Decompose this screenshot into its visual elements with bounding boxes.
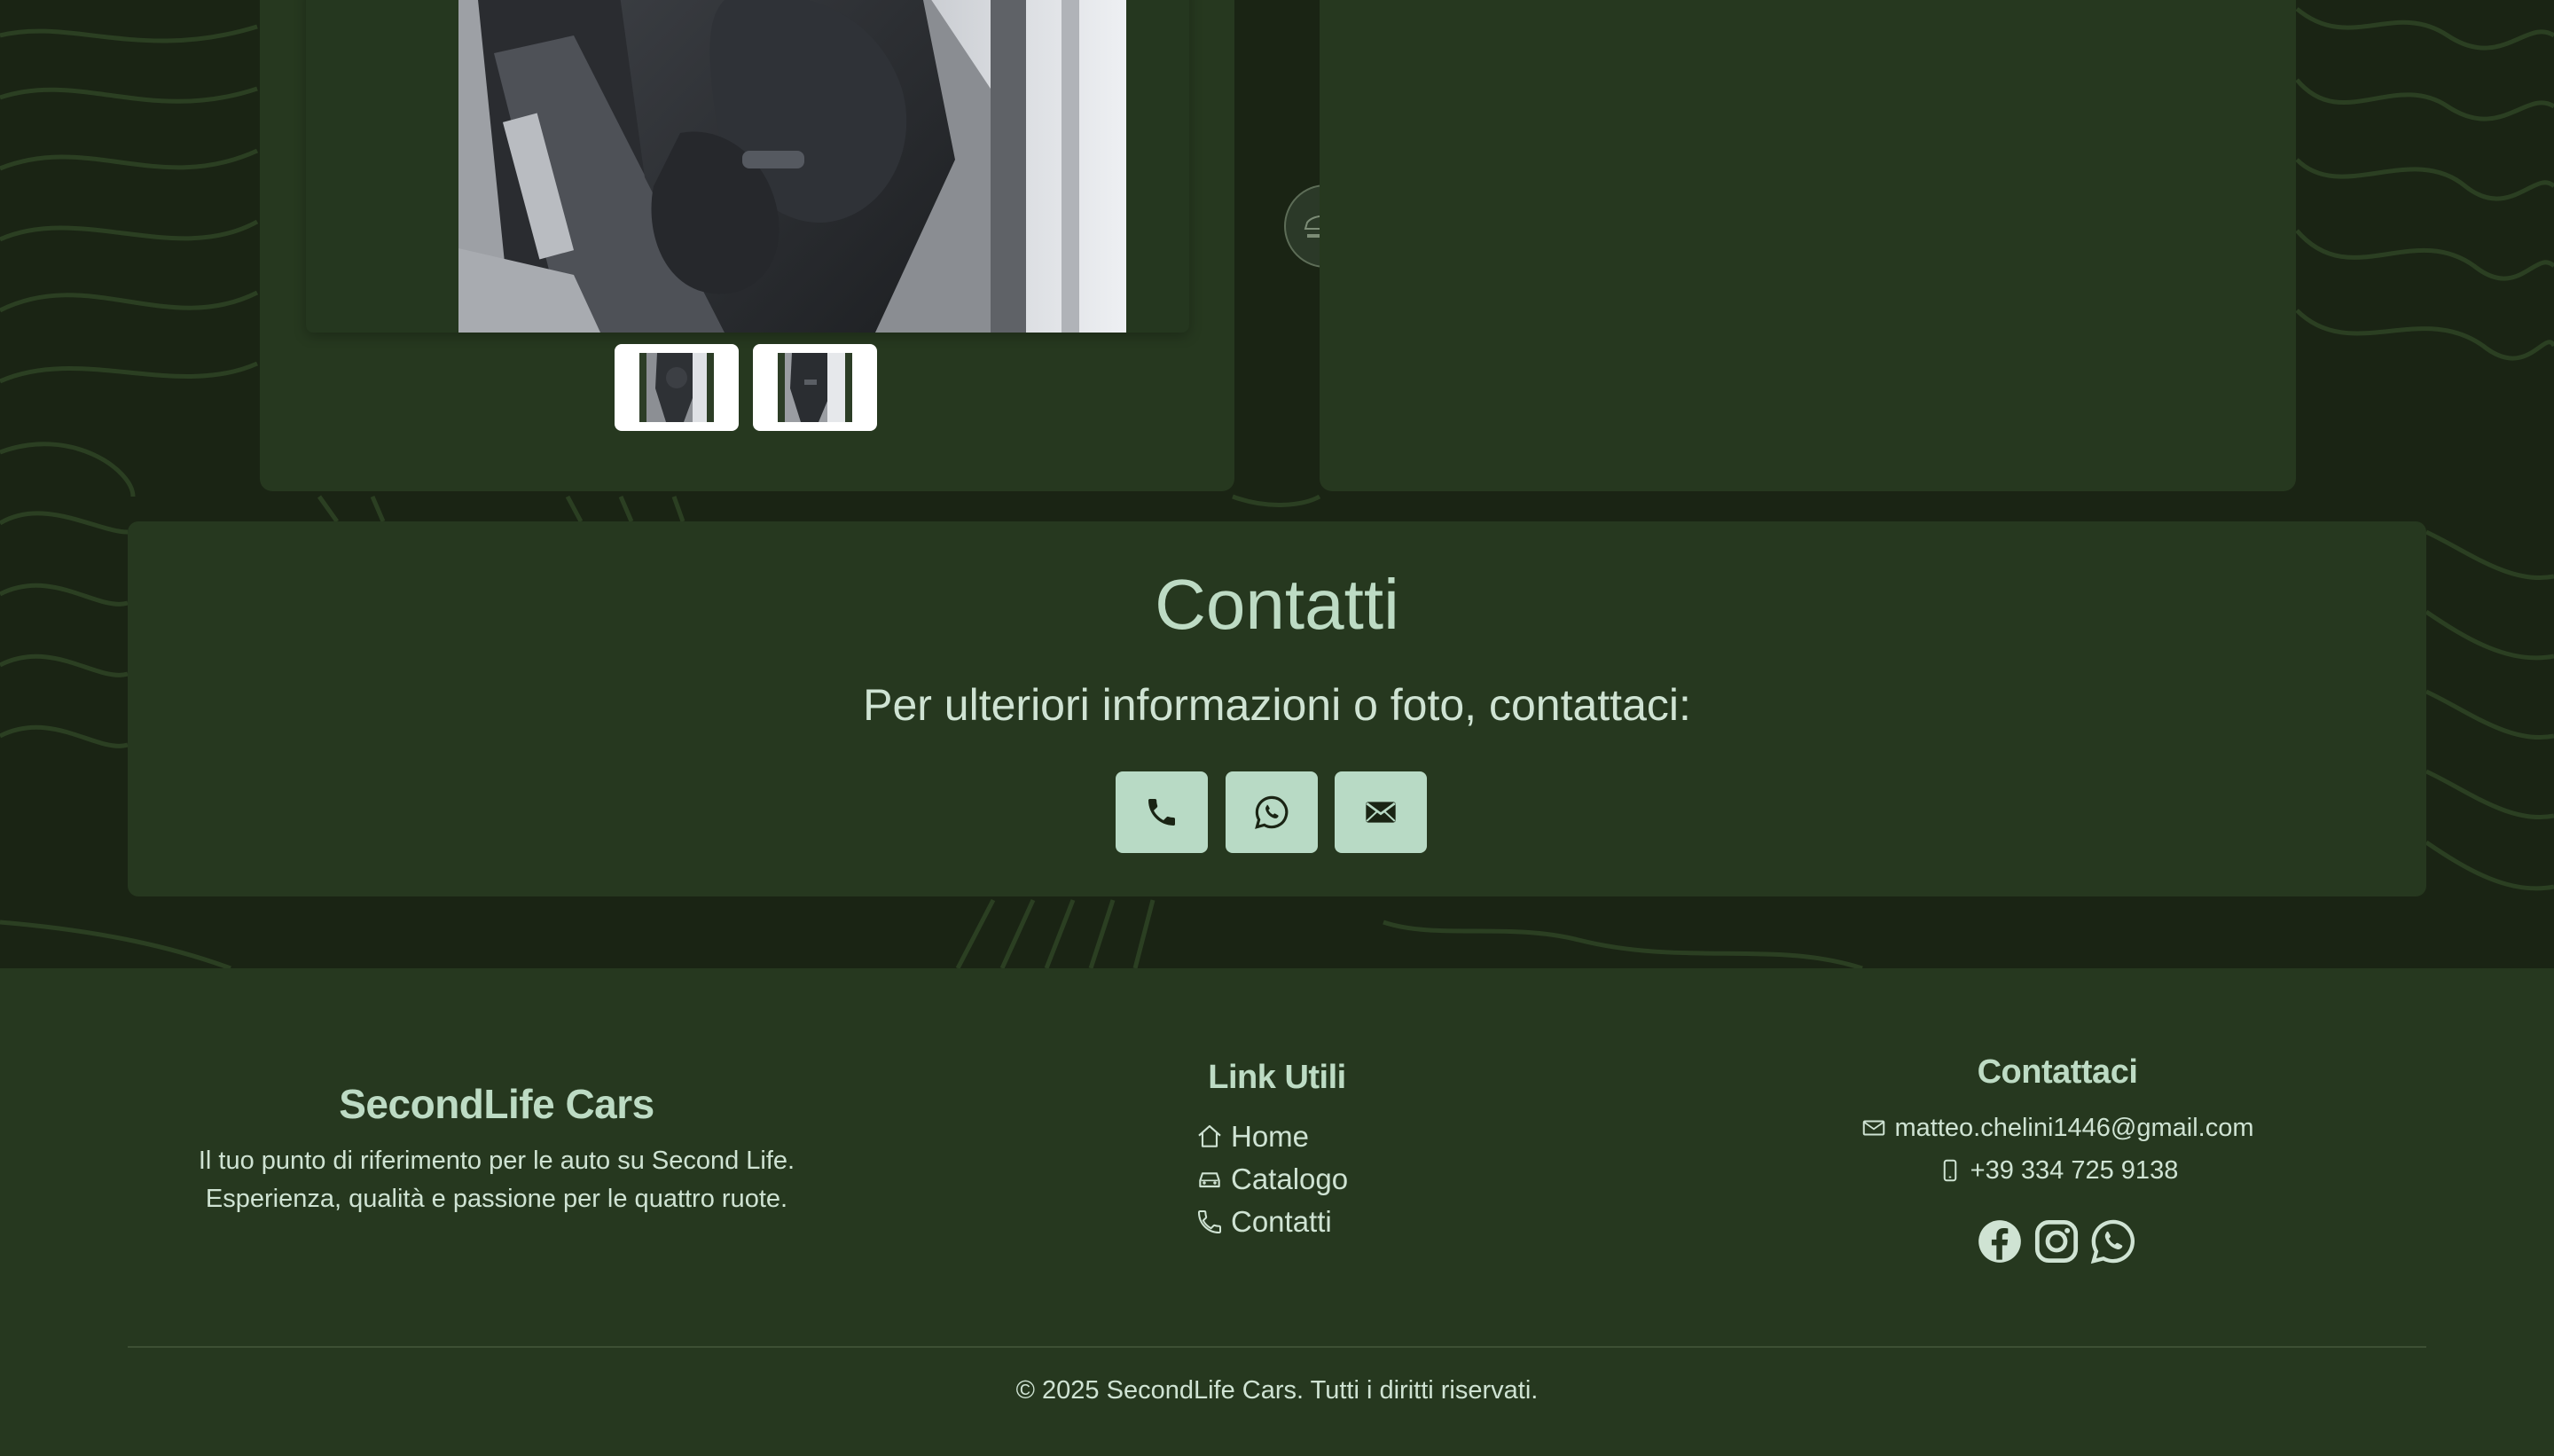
contact-subtitle: Per ulteriori informazioni o foto, conta… xyxy=(863,680,1691,730)
car-interior-photo[interactable] xyxy=(458,0,1126,333)
contact-title: Contatti xyxy=(1155,565,1399,644)
phone-icon xyxy=(1148,799,1175,826)
details-panel xyxy=(1320,0,2296,491)
copyright: © 2025 SecondLife Cars. Tutti i diritti … xyxy=(1015,1376,1539,1405)
footer-phone-text: +39 334 725 9138 xyxy=(1970,1155,2179,1185)
envelope-icon xyxy=(1863,1120,1885,1136)
thumbnail-2[interactable] xyxy=(753,344,877,431)
gallery-panel xyxy=(260,0,1367,491)
footer-link-home[interactable]: Home xyxy=(1195,1119,1309,1155)
house-icon xyxy=(1198,1124,1221,1147)
call-button[interactable] xyxy=(1116,771,1208,853)
footer-contact-title: Contattaci xyxy=(1977,1053,2138,1091)
footer-link-label: Contatti xyxy=(1231,1205,1332,1238)
thumbnail-image xyxy=(778,353,852,422)
footer-links-title: Link Utili xyxy=(1208,1059,1346,1096)
footer-brand-name: SecondLife Cars xyxy=(339,1081,654,1127)
instagram-icon[interactable] xyxy=(2033,1218,2080,1264)
car-icon xyxy=(1199,1172,1220,1188)
footer-phone[interactable]: +39 334 725 9138 xyxy=(1809,1155,2306,1186)
facebook-icon[interactable] xyxy=(1977,1218,2023,1264)
mobile-phone-icon xyxy=(1943,1159,1956,1182)
footer-link-label: Catalogo xyxy=(1231,1162,1349,1195)
footer-tagline-line2: Esperienza, qualità e passione per le qu… xyxy=(205,1185,788,1213)
telephone-icon xyxy=(1197,1210,1221,1234)
email-button[interactable] xyxy=(1335,771,1427,853)
footer-email-text: matteo.chelini1446@gmail.com xyxy=(1894,1113,2254,1142)
whatsapp-icon[interactable] xyxy=(2090,1218,2136,1264)
contact-section: Contatti Per ulteriori informazioni o fo… xyxy=(128,521,2426,896)
footer-link-contatti[interactable]: Contatti xyxy=(1195,1204,1332,1240)
main-image-frame xyxy=(306,0,1189,333)
envelope-icon xyxy=(1366,802,1396,823)
footer-email[interactable]: matteo.chelini1446@gmail.com xyxy=(1809,1112,2306,1144)
footer: SecondLife Cars Il tuo punto di riferime… xyxy=(0,968,2554,1456)
footer-tagline-line1: Il tuo punto di riferimento per le auto … xyxy=(198,1147,795,1175)
whatsapp-icon xyxy=(1255,795,1289,829)
whatsapp-button[interactable] xyxy=(1226,771,1318,853)
thumbnail-1[interactable] xyxy=(615,344,739,431)
thumbnail-image xyxy=(639,353,714,422)
footer-link-label: Home xyxy=(1231,1120,1310,1153)
footer-link-catalogo[interactable]: Catalogo xyxy=(1195,1162,1348,1197)
footer-divider xyxy=(128,1346,2426,1348)
